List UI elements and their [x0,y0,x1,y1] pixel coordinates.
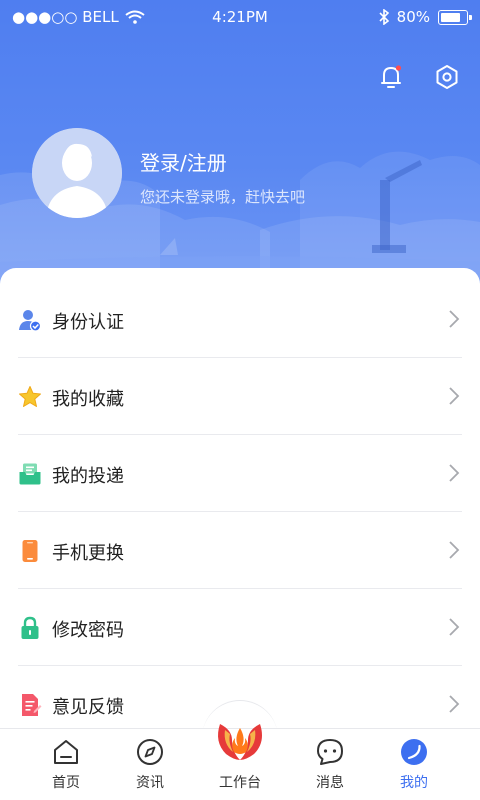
notification-button[interactable] [376,62,406,92]
profile-header: ●●●○○ BELL 4:21PM 80% 登录/注册 您还未登录哦，赶快去吧 [0,0,480,300]
tab-label: 资讯 [136,775,164,791]
tab-profile[interactable]: 我的 [374,729,454,800]
message-icon [317,739,343,765]
chevron-right-icon [449,387,460,405]
menu-item-label: 手机更换 [52,543,124,564]
chevron-right-icon [449,464,460,482]
identity-icon [19,310,42,332]
menu-item-label: 我的收藏 [52,389,124,410]
tab-label: 我的 [400,775,428,791]
settings-button[interactable] [432,62,462,92]
menu-item-change-password[interactable]: 修改密码 [18,589,462,666]
feedback-icon [22,694,42,716]
lock-icon [21,616,39,639]
menu-item-identity[interactable]: 身份认证 [18,281,462,358]
chevron-right-icon [449,310,460,328]
status-bar: ●●●○○ BELL 4:21PM 80% [0,0,480,34]
tab-label: 首页 [52,775,80,791]
chevron-right-icon [449,618,460,636]
home-icon [54,740,78,764]
workbench-logo-icon [218,724,262,760]
battery-level [441,12,461,22]
phone-icon [22,540,38,562]
menu-item-label: 意见反馈 [52,697,124,718]
menu-item-label: 修改密码 [52,620,124,641]
header-actions [376,62,462,92]
compass-icon [137,739,163,765]
tab-news[interactable]: 资讯 [110,729,190,800]
settings-hex-icon [436,65,458,89]
menu-item-favorites[interactable]: 我的收藏 [18,358,462,435]
menu-item-change-phone[interactable]: 手机更换 [18,512,462,589]
tab-label: 消息 [316,775,344,791]
avatar[interactable] [32,128,122,218]
chevron-right-icon [449,695,460,713]
login-hint: 您还未登录哦，赶快去吧 [140,188,306,206]
bluetooth-icon [379,9,389,25]
menu-item-label: 身份认证 [52,312,124,333]
star-icon [19,386,41,407]
tab-label: 工作台 [219,775,261,791]
battery-percent: 80% [396,8,430,26]
tab-messages[interactable]: 消息 [290,729,370,800]
battery-icon [438,9,472,25]
login-register-link[interactable]: 登录/注册 [140,147,227,176]
workbench-button[interactable] [212,710,268,766]
delivery-icon [19,463,41,485]
bell-icon [381,65,402,88]
menu-card: 身份认证 我的收藏 我的投递 手机更换 修改密码 意见反馈 [0,268,480,728]
system-indicators: 80% [379,8,472,26]
chevron-right-icon [449,541,460,559]
profile-icon [401,739,427,765]
tab-home[interactable]: 首页 [26,729,106,800]
menu-item-label: 我的投递 [52,466,124,487]
menu-item-deliveries[interactable]: 我的投递 [18,435,462,512]
default-avatar-icon [32,128,122,218]
